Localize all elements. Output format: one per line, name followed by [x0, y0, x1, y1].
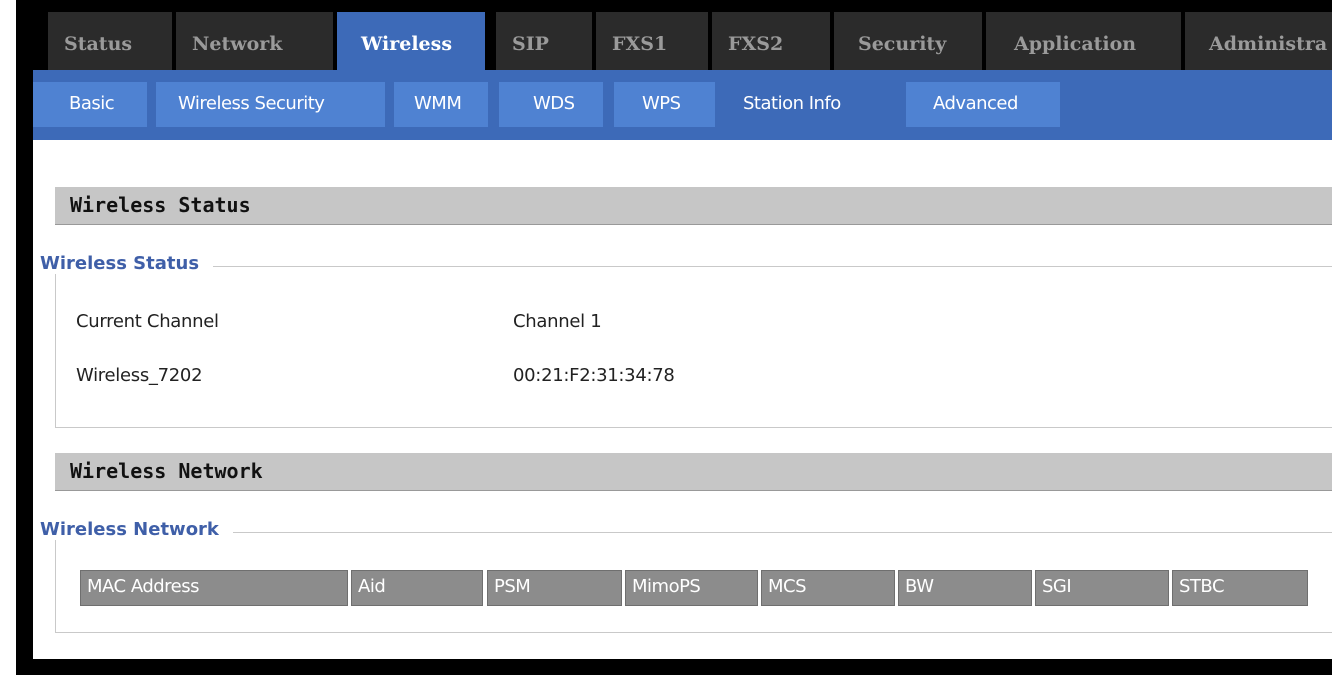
- wireless-network-header: Wireless Network: [55, 453, 1332, 491]
- tab-sip[interactable]: SIP: [496, 12, 592, 70]
- tab-fxs2[interactable]: FXS2: [712, 12, 830, 70]
- tab-status[interactable]: Status: [48, 12, 172, 70]
- wireless-network-legend: Wireless Network: [40, 519, 233, 540]
- wireless-status-fieldset: [55, 266, 1332, 428]
- subtab-wmm[interactable]: WMM: [394, 82, 488, 127]
- subtab-wps[interactable]: WPS: [614, 82, 715, 127]
- subtab-basic[interactable]: Basic: [33, 82, 147, 127]
- subtab-wds[interactable]: WDS: [499, 82, 603, 127]
- col-mcs: MCS: [761, 570, 895, 606]
- tab-fxs1[interactable]: FXS1: [596, 12, 708, 70]
- mac-address-value: 00:21:F2:31:34:78: [513, 365, 675, 386]
- tab-network[interactable]: Network: [176, 12, 333, 70]
- wireless-status-legend: Wireless Status: [40, 253, 214, 274]
- content-panel: Wireless Status Wireless Status Current …: [33, 140, 1332, 659]
- subtab-advanced[interactable]: Advanced: [906, 82, 1060, 127]
- current-channel-value: Channel 1: [513, 311, 602, 332]
- subtab-wireless-security[interactable]: Wireless Security: [156, 82, 385, 127]
- current-channel-label: Current Channel: [76, 311, 219, 332]
- col-mac-address: MAC Address: [80, 570, 348, 606]
- tab-wireless[interactable]: Wireless: [337, 12, 485, 70]
- wireless-status-header: Wireless Status: [55, 187, 1332, 225]
- tab-application[interactable]: Application: [986, 12, 1181, 70]
- tab-administration[interactable]: Administra: [1185, 12, 1332, 70]
- col-psm: PSM: [487, 570, 622, 606]
- ssid-label: Wireless_7202: [76, 365, 203, 386]
- col-bw: BW: [898, 570, 1032, 606]
- subtab-station-info[interactable]: Station Info: [723, 82, 897, 127]
- col-stbc: STBC: [1172, 570, 1308, 606]
- col-mimops: MimoPS: [625, 570, 758, 606]
- col-sgi: SGI: [1035, 570, 1169, 606]
- tab-security[interactable]: Security: [834, 12, 982, 70]
- col-aid: Aid: [351, 570, 483, 606]
- sub-nav: Basic Wireless Security WMM WDS WPS Stat…: [33, 70, 1332, 140]
